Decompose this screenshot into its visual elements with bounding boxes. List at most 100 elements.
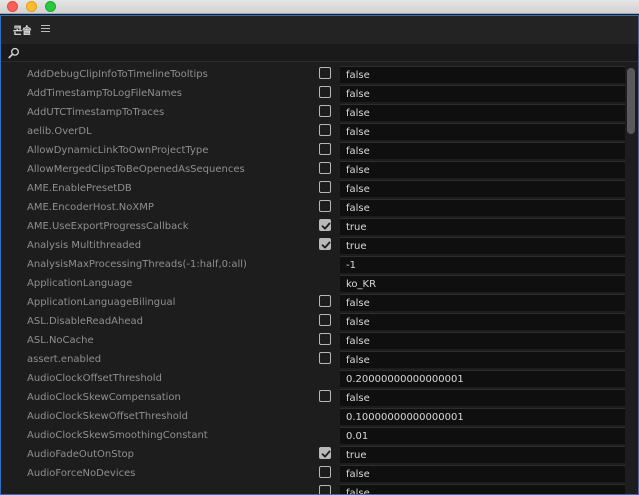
property-row: Analysis Multithreaded true [1, 236, 625, 255]
property-value-field[interactable]: false [340, 123, 625, 140]
property-name: ASL.NoCache [27, 335, 94, 346]
property-name: AME.EncoderHost.NoXMP [27, 202, 154, 213]
property-value-field[interactable]: true [340, 446, 625, 463]
property-checkbox[interactable] [319, 181, 331, 193]
property-row: AddDebugClipInfoToTimelineTooltips false [1, 65, 625, 84]
property-value-field[interactable]: false [340, 142, 625, 159]
checkmark-icon [321, 222, 331, 230]
property-name: AllowDynamicLinkToOwnProjectType [27, 145, 209, 156]
property-row: ApplicationLanguageBilingual false [1, 293, 625, 312]
property-name: AddTimestampToLogFileNames [27, 88, 183, 99]
property-checkbox[interactable] [319, 314, 331, 326]
property-name: ASL.DisableReadAhead [27, 316, 143, 327]
property-row: AudioClockOffsetThreshold 0.2000000000000… [1, 369, 625, 388]
property-value-field[interactable]: true [340, 218, 625, 235]
console-panel: 콘솔 AddDebugClipInfoToTimelineTooltips fal… [0, 15, 639, 495]
property-value-field[interactable]: false [340, 465, 625, 482]
property-row: AudioClockSkewSmoothingConstant 0.01 [1, 426, 625, 445]
property-name: AME.UseExportProgressCallback [27, 221, 189, 232]
property-name: AddDebugClipInfoToTimelineTooltips [27, 69, 208, 80]
minimize-window-button[interactable] [26, 1, 37, 12]
property-value-field[interactable]: 0.10000000000000001 [340, 408, 625, 425]
property-checkbox[interactable] [319, 466, 331, 478]
checkmark-icon [321, 241, 331, 249]
property-checkbox-checked[interactable] [319, 238, 331, 250]
property-name: AnalysisMaxProcessingThreads(-1:half,0:a… [27, 259, 247, 270]
property-checkbox[interactable] [319, 352, 331, 364]
property-checkbox[interactable] [319, 390, 331, 402]
property-row: AddTimestampToLogFileNames false [1, 84, 625, 103]
property-value-field[interactable]: true [340, 237, 625, 254]
property-value-field[interactable]: false [340, 85, 625, 102]
property-row: AnalysisMaxProcessingThreads(-1:half,0:a… [1, 255, 625, 274]
property-checkbox[interactable] [319, 124, 331, 136]
property-name: Analysis Multithreaded [27, 240, 142, 251]
property-value-field[interactable]: false [340, 161, 625, 178]
property-name: AudioForceNoDevices [27, 468, 136, 479]
property-row: AudioForceNoDevices false [1, 464, 625, 483]
property-value-field[interactable]: false [340, 294, 625, 311]
property-name: AudioClockSkewOffsetThreshold [27, 411, 189, 422]
search-bar[interactable] [1, 44, 638, 62]
property-name: AudioClockSkewCompensation [27, 392, 181, 403]
property-row: aelib.OverDL false [1, 122, 625, 141]
property-row: AME.EnablePresetDB false [1, 179, 625, 198]
property-row: AME.UseExportProgressCallback true [1, 217, 625, 236]
property-checkbox[interactable] [319, 333, 331, 345]
property-value-field[interactable]: ko_KR [340, 275, 625, 292]
property-value-field[interactable]: false [340, 332, 625, 349]
scrollbar-thumb[interactable] [627, 68, 635, 134]
property-name: AudioClockOffsetThreshold [27, 373, 162, 384]
property-name: AllowMergedClipsToBeOpenedAsSequences [27, 164, 245, 175]
property-name: AddUTCTimestampToTraces [27, 107, 165, 118]
hamburger-menu-icon[interactable] [41, 25, 50, 32]
tab-console[interactable]: 콘솔 [13, 22, 31, 37]
property-checkbox-checked[interactable] [319, 447, 331, 459]
property-value-field[interactable]: false [340, 351, 625, 368]
property-row: ApplicationLanguage ko_KR [1, 274, 625, 293]
property-row: AME.EncoderHost.NoXMP false [1, 198, 625, 217]
property-row: AddUTCTimestampToTraces false [1, 103, 625, 122]
properties-list: AddDebugClipInfoToTimelineTooltips false A… [1, 65, 625, 494]
property-row: assert.enabled false [1, 350, 625, 369]
property-name: ApplicationLanguageBilingual [27, 297, 176, 308]
property-row: AudioClockSkewCompensation false [1, 388, 625, 407]
property-value-field[interactable]: 0.01 [340, 427, 625, 444]
property-row: AllowDynamicLinkToOwnProjectType false [1, 141, 625, 160]
property-value-field[interactable]: false [340, 199, 625, 216]
property-row: AudioFadeOutOnStop true [1, 445, 625, 464]
property-name: AudioFadeOutOnStop [27, 449, 134, 460]
property-checkbox[interactable] [319, 295, 331, 307]
property-checkbox-checked[interactable] [319, 219, 331, 231]
property-name: aelib.OverDL [27, 126, 92, 137]
panel-tab-bar: 콘솔 [1, 16, 638, 44]
property-checkbox[interactable] [319, 143, 331, 155]
property-checkbox[interactable] [319, 485, 331, 494]
close-window-button[interactable] [7, 1, 18, 12]
property-row: ASL.DisableReadAhead false [1, 312, 625, 331]
property-name: assert.enabled [27, 354, 102, 365]
zoom-window-button[interactable] [45, 1, 56, 12]
property-value-field[interactable]: false [340, 313, 625, 330]
property-row: false [1, 483, 625, 494]
property-row: AudioClockSkewOffsetThreshold 0.100000000… [1, 407, 625, 426]
property-checkbox[interactable] [319, 162, 331, 174]
property-name: AudioClockSkewSmoothingConstant [27, 430, 208, 441]
property-value-field[interactable]: false [340, 180, 625, 197]
property-value-field[interactable]: false [340, 66, 625, 83]
property-value-field[interactable]: false [340, 104, 625, 121]
property-value-field[interactable]: false [340, 389, 625, 406]
property-checkbox[interactable] [319, 86, 331, 98]
checkmark-icon [321, 450, 331, 458]
property-checkbox[interactable] [319, 105, 331, 117]
window-titlebar [0, 0, 639, 14]
property-name: ApplicationLanguage [27, 278, 133, 289]
property-value-field[interactable]: 0.20000000000000001 [340, 370, 625, 387]
property-name: AME.EnablePresetDB [27, 183, 132, 194]
property-row: ASL.NoCache false [1, 331, 625, 350]
property-checkbox[interactable] [319, 200, 331, 212]
property-checkbox[interactable] [319, 67, 331, 79]
search-icon [8, 47, 19, 59]
property-value-field[interactable]: false [340, 484, 625, 494]
property-value-field[interactable]: -1 [340, 256, 625, 273]
